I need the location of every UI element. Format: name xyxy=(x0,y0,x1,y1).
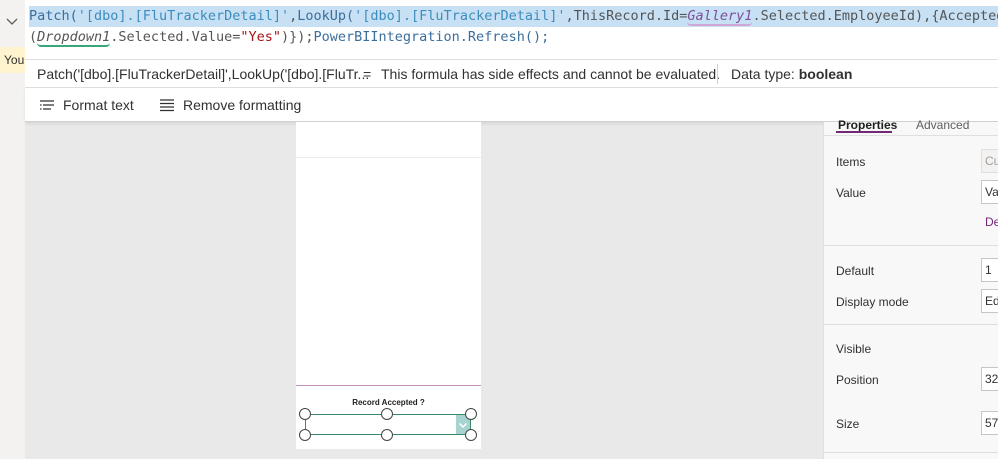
resize-handle[interactable] xyxy=(381,408,393,420)
formula-line-1[interactable]: Patch('[dbo].[FluTrackerDetail]',LookUp(… xyxy=(29,6,998,27)
active-tab-indicator xyxy=(836,131,892,133)
line2-token: Dropdown1 xyxy=(37,29,111,47)
line1-token: '[dbo].[FluTrackerDetail]' xyxy=(77,8,290,24)
items-field[interactable]: Cu xyxy=(981,149,998,173)
size-label: Size xyxy=(836,417,860,431)
divider xyxy=(296,385,481,386)
formula-text[interactable]: Patch('[dbo].[FluTrackerDetail]',LookUp(… xyxy=(29,6,998,48)
position-x-field[interactable]: 32 xyxy=(981,367,998,391)
notification-banner: You xyxy=(0,47,25,73)
default-label: Default xyxy=(836,264,875,278)
line1-token: LookUp( xyxy=(297,8,355,24)
edit-link[interactable]: De xyxy=(985,215,998,229)
resize-handle[interactable] xyxy=(465,429,477,441)
resize-handle[interactable] xyxy=(465,408,477,420)
formula-preview: Patch('[dbo].[FluTrackerDetail]',LookUp(… xyxy=(37,66,370,82)
position-label: Position xyxy=(836,373,879,387)
formula-line-2[interactable]: (Dropdown1.Selected.Value="Yes")});Power… xyxy=(29,27,998,48)
chevron-down-icon[interactable] xyxy=(5,14,19,28)
divider xyxy=(824,452,998,453)
format-text-button[interactable]: Format text xyxy=(39,88,134,122)
line1-token: .Selected.EmployeeId),{Accepted: xyxy=(752,8,998,24)
properties-panel: Properties Advanced Items Cu Value Val D… xyxy=(823,118,998,459)
default-field[interactable]: 1 xyxy=(981,258,998,282)
line2-token: PowerBIIntegration.Refresh(); xyxy=(313,29,550,45)
remove-formatting-icon xyxy=(160,99,174,112)
data-type-label: Data type: xyxy=(731,66,795,82)
remove-formatting-button[interactable]: Remove formatting xyxy=(159,88,301,122)
divider xyxy=(824,135,998,136)
divider xyxy=(824,324,998,325)
resize-handle[interactable] xyxy=(381,429,393,441)
line1-token: '[dbo].[FluTrackerDetail]' xyxy=(354,8,566,24)
format-toolbar: Format text Remove formatting xyxy=(25,88,998,122)
line1-token: Patch( xyxy=(29,8,78,24)
divider xyxy=(717,64,718,84)
left-collapse-strip: You xyxy=(0,0,25,459)
format-text-icon xyxy=(40,100,54,110)
visible-label: Visible xyxy=(836,342,872,356)
line2-token: .Selected.Value= xyxy=(110,29,241,45)
equals-sign: = xyxy=(363,66,372,82)
data-type-value: boolean xyxy=(798,66,853,82)
line1-token: ,ThisRecord.Id= xyxy=(565,8,688,24)
display-mode-field[interactable]: Edi xyxy=(981,289,998,313)
value-field[interactable]: Val xyxy=(981,180,998,204)
resize-handle[interactable] xyxy=(299,429,311,441)
display-mode-label: Display mode xyxy=(836,295,909,309)
record-accepted-label[interactable]: Record Accepted ? xyxy=(296,398,481,407)
items-label: Items xyxy=(836,155,866,169)
chevron-down-icon xyxy=(458,422,468,428)
app-canvas-screen[interactable]: Record Accepted ? xyxy=(296,122,481,449)
tab-advanced[interactable]: Advanced xyxy=(916,118,969,132)
formula-editor[interactable]: Patch('[dbo].[FluTrackerDetail]',LookUp(… xyxy=(25,0,998,60)
tab-properties[interactable]: Properties xyxy=(838,118,897,132)
resize-handle[interactable] xyxy=(299,408,311,420)
value-label: Value xyxy=(836,186,866,200)
line2-token: "Yes" xyxy=(240,29,281,45)
size-width-field[interactable]: 575 xyxy=(981,411,998,435)
line1-token: Gallery1 xyxy=(687,8,753,26)
divider xyxy=(296,157,481,158)
divider xyxy=(824,245,998,246)
formula-evaluation-bar: Patch('[dbo].[FluTrackerDetail]',LookUp(… xyxy=(25,60,998,88)
line2-token: )}); xyxy=(280,29,314,45)
evaluation-message: This formula has side effects and cannot… xyxy=(381,66,721,82)
line2-token: ( xyxy=(29,29,38,45)
data-type: Data type: boolean xyxy=(731,60,852,88)
remove-formatting-label: Remove formatting xyxy=(183,97,302,113)
format-text-label: Format text xyxy=(63,97,134,113)
